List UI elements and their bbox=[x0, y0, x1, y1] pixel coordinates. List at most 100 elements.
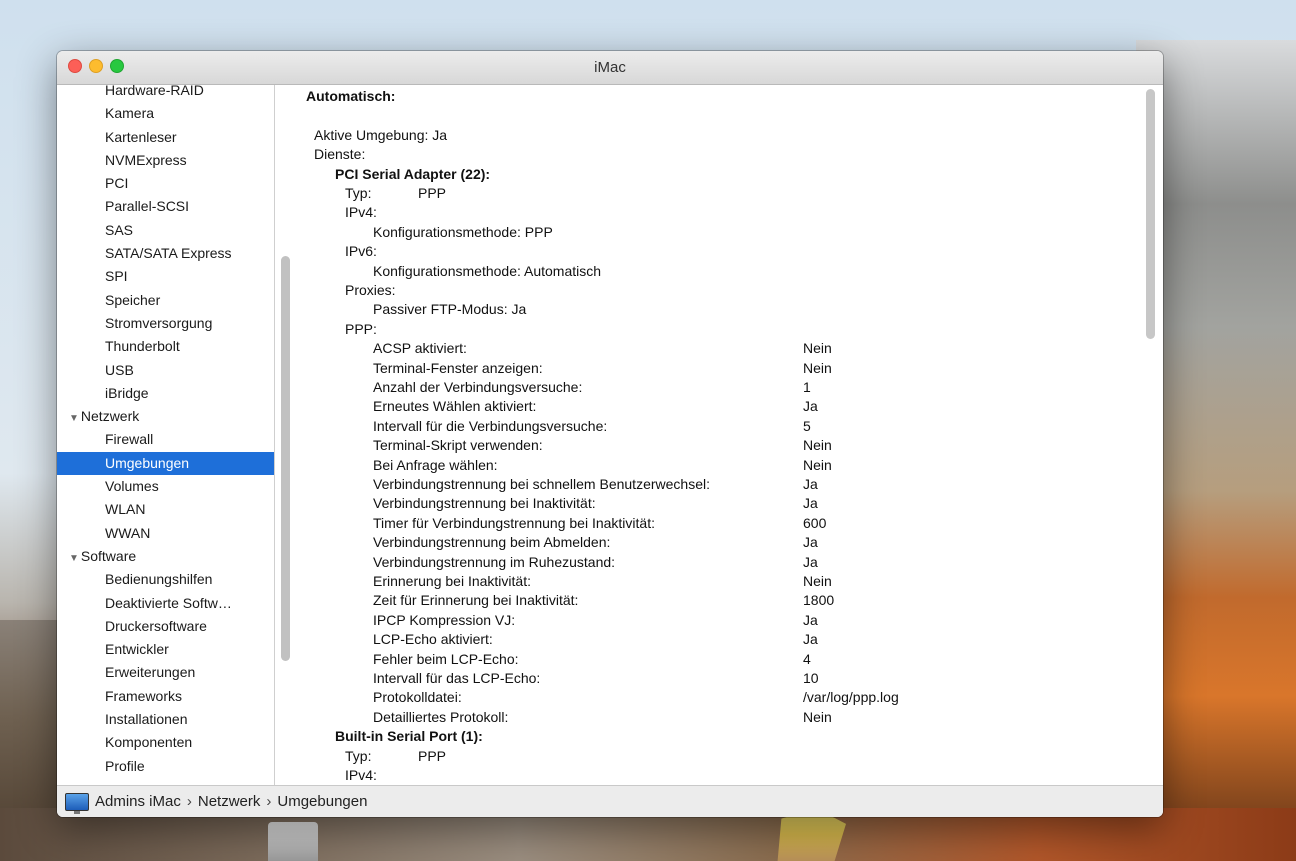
sidebar-scrollbar[interactable] bbox=[281, 256, 290, 661]
property-value: Nein bbox=[803, 708, 832, 725]
sidebar-item[interactable]: Kartenleser bbox=[57, 126, 274, 149]
sidebar-list: Hardware-RAID Kamera Kartenleser NVMExpress… bbox=[57, 85, 274, 778]
sidebar-item[interactable]: Frameworks bbox=[57, 685, 274, 708]
path-segment[interactable]: Netzwerk bbox=[198, 793, 261, 810]
sidebar-item-label: Frameworks bbox=[105, 687, 183, 704]
property-value: PPP bbox=[418, 747, 447, 764]
sidebar-item-label: Umgebungen bbox=[105, 454, 190, 471]
sidebar-item-label: WWAN bbox=[105, 524, 151, 541]
sidebar[interactable]: Hardware-RAID Kamera Kartenleser NVMExpress… bbox=[57, 85, 275, 785]
path-segment[interactable]: Admins iMac bbox=[95, 793, 181, 810]
sidebar-item[interactable]: Installationen bbox=[57, 708, 274, 731]
path-segment[interactable]: Umgebungen bbox=[277, 793, 367, 810]
detail-line: PPP: bbox=[345, 320, 377, 337]
property-value: Nein bbox=[803, 456, 832, 473]
sidebar-item-label: Kamera bbox=[105, 105, 155, 122]
sidebar-item[interactable]: SATA/SATA Express bbox=[57, 242, 274, 265]
detail-line: Dienste: bbox=[314, 146, 366, 163]
sidebar-item-label: SAS bbox=[105, 221, 134, 238]
property-key: Fehler beim LCP-Echo: bbox=[373, 650, 519, 667]
disclosure-triangle-icon[interactable]: ▼ bbox=[69, 553, 79, 564]
sidebar-item-label: Erweiterungen bbox=[105, 664, 196, 681]
sidebar-item[interactable]: WLAN bbox=[57, 498, 274, 521]
property-key: Verbindungstrennung bei Inaktivität: bbox=[373, 495, 596, 512]
property-key: Detailliertes Protokoll: bbox=[373, 708, 509, 725]
property-key: IPCP Kompression VJ: bbox=[373, 611, 516, 628]
sidebar-item[interactable]: Speicher bbox=[57, 289, 274, 312]
sidebar-item[interactable]: Druckersoftware bbox=[57, 615, 274, 638]
section-heading: PCI Serial Adapter (22): bbox=[335, 165, 491, 182]
property-value: Ja bbox=[803, 631, 818, 648]
sidebar-group[interactable]: ▼ Netzwerk bbox=[57, 405, 274, 428]
property-value: Ja bbox=[803, 611, 818, 628]
sidebar-item-label: Speicher bbox=[105, 291, 161, 308]
sidebar-item-label: Druckersoftware bbox=[105, 617, 207, 634]
property-value: 600 bbox=[803, 514, 827, 531]
property-key: Zeit für Erinnerung bei Inaktivität: bbox=[373, 592, 579, 609]
sidebar-item-label: Parallel-SCSI bbox=[105, 198, 190, 215]
sidebar-item[interactable]: Profile bbox=[57, 755, 274, 778]
detail-line: Proxies: bbox=[345, 282, 396, 298]
sidebar-item[interactable]: Stromversorgung bbox=[57, 312, 274, 335]
sidebar-item[interactable]: Hardware-RAID bbox=[57, 85, 274, 102]
sidebar-item-label: Stromversorgung bbox=[105, 314, 213, 331]
detail-scrollbar[interactable] bbox=[1146, 89, 1155, 339]
sidebar-item[interactable]: Thunderbolt bbox=[57, 335, 274, 358]
sidebar-item-label: Installationen bbox=[105, 711, 188, 728]
sidebar-item-label: Volumes bbox=[105, 478, 159, 495]
property-value: Ja bbox=[803, 534, 818, 551]
disclosure-triangle-icon[interactable]: ▼ bbox=[69, 413, 79, 424]
property-key: Typ: bbox=[345, 747, 372, 764]
path-separator: › bbox=[186, 793, 192, 810]
property-key: Intervall für die Verbindungsversuche: bbox=[373, 417, 608, 434]
dock-hard-drive-icon[interactable] bbox=[268, 822, 318, 861]
sidebar-item-label: SATA/SATA Express bbox=[105, 245, 232, 262]
property-value: Ja bbox=[803, 553, 818, 570]
sidebar-item[interactable]: WWAN bbox=[57, 522, 274, 545]
titlebar[interactable]: iMac bbox=[57, 51, 1163, 85]
section-heading: Built-in Serial Port (1): bbox=[335, 728, 483, 745]
sidebar-item[interactable]: SAS bbox=[57, 219, 274, 242]
sidebar-item[interactable]: Kamera bbox=[57, 102, 274, 125]
property-key: Bei Anfrage wählen: bbox=[373, 456, 498, 473]
sidebar-item[interactable]: USB bbox=[57, 359, 274, 382]
sidebar-item-label: Deaktivierte Softw… bbox=[105, 594, 232, 611]
sidebar-item-label: Netzwerk bbox=[80, 408, 140, 425]
sidebar-item[interactable]: Umgebungen bbox=[57, 451, 274, 476]
property-key: Verbindungstrennung beim Abmelden: bbox=[373, 534, 611, 551]
property-value: Nein bbox=[803, 573, 832, 589]
sidebar-item[interactable]: Entwickler bbox=[57, 638, 274, 661]
sidebar-item-label: iBridge bbox=[105, 384, 149, 401]
sidebar-item[interactable]: NVMExpress bbox=[57, 149, 274, 172]
sidebar-item[interactable]: Bedienungshilfen bbox=[57, 568, 274, 591]
property-value: Nein bbox=[803, 359, 832, 376]
sidebar-item-label: WLAN bbox=[105, 501, 146, 518]
sidebar-item-label: Entwickler bbox=[105, 641, 169, 658]
sidebar-item-label: PCI bbox=[105, 175, 129, 192]
property-key: LCP-Echo aktiviert: bbox=[373, 631, 493, 648]
property-value: Ja bbox=[803, 476, 818, 492]
sidebar-item[interactable]: Deaktivierte Softw… bbox=[57, 592, 274, 615]
sidebar-item[interactable]: Volumes bbox=[57, 475, 274, 498]
sidebar-item[interactable]: Parallel-SCSI bbox=[57, 195, 274, 218]
property-value: Ja bbox=[803, 398, 818, 415]
system-information-window: iMac Hardware-RAID Kamera Kartenleser NVMEx… bbox=[57, 51, 1163, 817]
path-bar: Admins iMac › Netzwerk › Umgebungen bbox=[57, 785, 1163, 817]
sidebar-item[interactable]: SPI bbox=[57, 265, 274, 288]
property-key: Intervall für das LCP-Echo: bbox=[373, 670, 541, 686]
sidebar-item[interactable]: Komponenten bbox=[57, 731, 274, 754]
property-key: ACSP aktiviert: bbox=[373, 340, 467, 357]
detail-pane[interactable]: Automatisch: Aktive Umgebung: Ja Dienste: P… bbox=[299, 85, 1163, 785]
property-key: Protokolldatei: bbox=[373, 689, 462, 706]
sidebar-item[interactable]: Erweiterungen bbox=[57, 661, 274, 684]
sidebar-item[interactable]: Firewall bbox=[57, 428, 274, 451]
property-value: 5 bbox=[803, 417, 811, 434]
detail-line: Konfigurationsmethode: Automatisch bbox=[373, 262, 602, 279]
detail-line: Passiver FTP-Modus: Ja bbox=[373, 301, 527, 318]
sidebar-item[interactable]: PCI bbox=[57, 172, 274, 195]
property-key: Erneutes Wählen aktiviert: bbox=[373, 398, 537, 415]
sidebar-group[interactable]: ▼ Software bbox=[57, 545, 274, 568]
property-key: Verbindungstrennung im Ruhezustand: bbox=[373, 553, 616, 570]
sidebar-item[interactable]: iBridge bbox=[57, 382, 274, 405]
detail-line: IPv4: bbox=[345, 767, 377, 783]
